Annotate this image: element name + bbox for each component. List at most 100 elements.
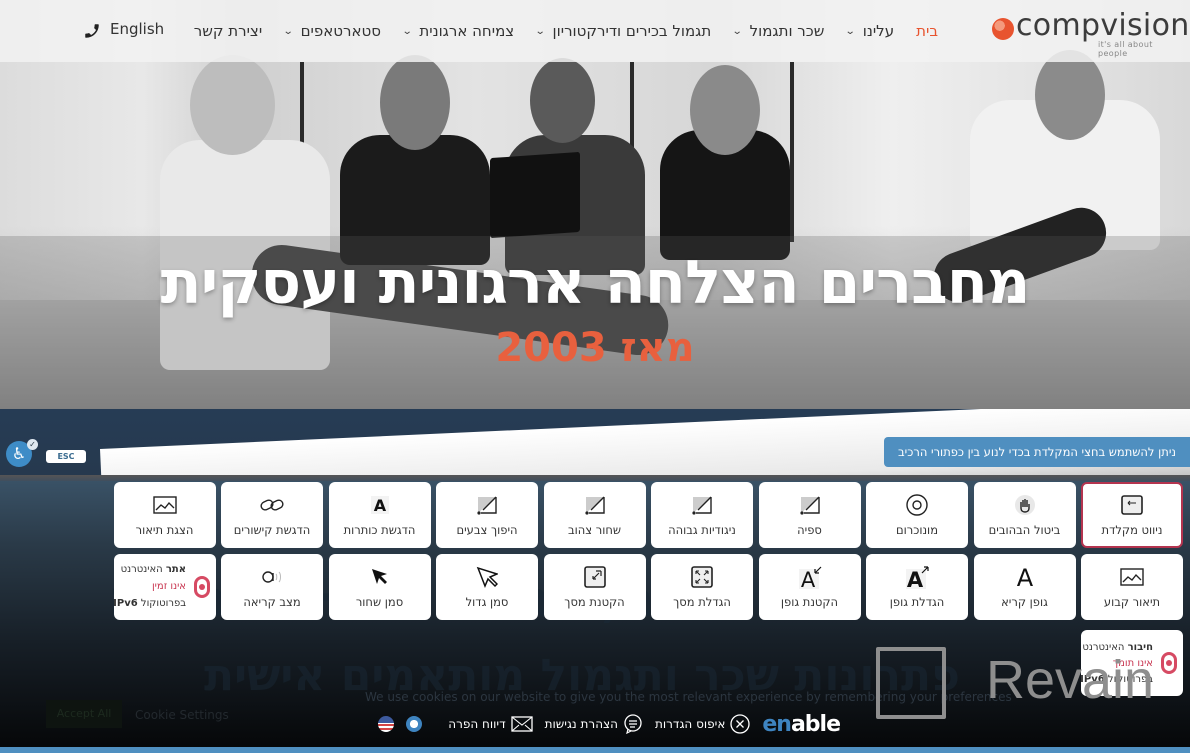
option-label: סמן גדול [465, 595, 509, 609]
reset-settings-button[interactable]: איפוס הגדרות [655, 714, 750, 734]
zoom-out-screen-icon [583, 565, 606, 589]
accessibility-option-monochrome[interactable]: מונוכרום [866, 482, 968, 548]
enable-brand-logo[interactable]: enable [762, 711, 841, 737]
nav-item[interactable]: סטארטאפים ⌄ [282, 22, 381, 40]
nav-item-label: שכר ותגמול [749, 22, 825, 40]
accessibility-option-image-description[interactable]: הצגת תיאור [113, 482, 216, 548]
nav-item[interactable]: שכר ותגמול ⌄ [731, 22, 825, 40]
image-description-icon [152, 493, 177, 517]
option-label: ביטול הבהובים [988, 523, 1061, 537]
accessibility-option-invert-colors[interactable]: היפוך צבעים [436, 482, 538, 548]
font-decrease-icon: A [797, 565, 823, 589]
high-contrast-icon [690, 493, 714, 517]
person-head [1035, 50, 1105, 140]
hero-headline: מחברים הצלחה ארגונית ועסקית [160, 248, 1031, 318]
accessibility-option-black-cursor[interactable]: סמן שחור [328, 554, 431, 620]
accessibility-footer: enable איפוס הגדרות הצהרת נגישות דיווח ה… [360, 708, 841, 740]
accessibility-option-keyboard-navigation[interactable]: ניווט מקלדת [1081, 482, 1183, 548]
option-label: הדגשת קישורים [233, 523, 311, 537]
svg-text:A: A [373, 496, 386, 515]
sepia-icon [798, 493, 822, 517]
ipv6-line3: בפרוטוקול [140, 598, 186, 609]
hero-shelf [790, 62, 794, 242]
close-circle-icon [730, 714, 750, 734]
nav-item[interactable]: תגמול בכירים ודירקטוריון ⌄ [535, 22, 712, 40]
option-label: ניווט מקלדת [1101, 523, 1163, 537]
revain-logo-icon [876, 647, 946, 719]
ipv6-line2: אינו זמין [151, 581, 186, 592]
big-cursor-icon [476, 565, 498, 589]
language-en-button[interactable] [378, 716, 395, 732]
nav-item[interactable]: צמיחה ארגונית ⌄ [401, 22, 515, 40]
ipv6-line1: האינטרנט [120, 564, 163, 575]
option-label: מצב קריאה [243, 595, 301, 609]
accessibility-option-sepia[interactable]: ספיה [758, 482, 861, 548]
language-switch-english[interactable]: English [110, 20, 164, 38]
compvision-logo[interactable]: compvision it's all about people [992, 8, 1189, 58]
font-increase-icon: A [904, 565, 930, 589]
accessibility-option-high-contrast[interactable]: ניגודיות גבוהה [651, 482, 753, 548]
black-yellow-icon [583, 493, 607, 517]
accessibility-option-reading-mode[interactable]: מצב קריאה [221, 554, 323, 620]
main-menu: בית עלינו ⌄ שכר ותגמול ⌄ תגמול בכירים ודירקטו… [172, 0, 938, 62]
logo-text: compvision [1016, 8, 1190, 43]
accessibility-option-readable-font[interactable]: A גופן קריא [973, 554, 1076, 620]
accessibility-option-zoom-in-screen[interactable]: הגדלת מסך [651, 554, 753, 620]
laptop [490, 151, 580, 239]
person-head [530, 58, 595, 143]
footer-accent-bar [0, 747, 1190, 753]
nav-item-label: צמיחה ארגונית [419, 22, 515, 40]
ipv6-site-status: אתר האינטרנט אינו זמין בפרוטוקול IPv6 [113, 554, 216, 620]
check-badge-icon: ✓ [27, 439, 38, 450]
nav-item[interactable]: יצירת קשר [194, 22, 262, 40]
accessibility-option-font-decrease[interactable]: A הקטנת גופן [758, 554, 861, 620]
phone-icon[interactable] [83, 22, 101, 40]
option-label: ניגודיות גבוהה [668, 523, 736, 537]
chevron-down-icon: ⌄ [401, 25, 413, 37]
zoom-in-screen-icon [691, 565, 713, 589]
lock-icon [194, 576, 210, 598]
envelope-icon [510, 716, 533, 732]
usa-flag-icon [378, 716, 395, 732]
logo-tagline: it's all about people [1098, 40, 1153, 58]
nav-item-label: תגמול בכירים ודירקטוריון [552, 22, 712, 40]
accessibility-option-highlight-headings[interactable]: A הדגשת כותרות [328, 482, 431, 548]
person-head [690, 65, 760, 155]
enable-logo-part2: able [790, 711, 841, 737]
accessibility-option-zoom-out-screen[interactable]: הקטנת מסך [543, 554, 646, 620]
accessibility-statement-button[interactable]: הצהרת נגישות [545, 714, 643, 734]
accessibility-option-black-yellow[interactable]: שחור צהוב [543, 482, 646, 548]
ipv6-line3-bold: IPv6 [113, 598, 138, 609]
accessibility-option-font-increase[interactable]: A הגדלת גופן [866, 554, 968, 620]
accessibility-option-image[interactable]: תיאור קבוע [1081, 554, 1183, 620]
nav-item[interactable]: עלינו ⌄ [845, 22, 895, 40]
revain-watermark-text: Revain [986, 650, 1155, 710]
nav-item[interactable]: בית [916, 22, 938, 40]
enable-logo-part1: en [762, 711, 792, 737]
cookie-settings-link[interactable]: Cookie Settings [135, 708, 229, 722]
svg-text:A: A [800, 568, 815, 589]
reset-settings-label: איפוס הגדרות [655, 717, 726, 731]
accessibility-statement-label: הצהרת נגישות [544, 717, 618, 731]
nav-item-label: סטארטאפים [300, 22, 381, 40]
option-label: הגדלת מסך [673, 595, 731, 609]
chevron-down-icon: ⌄ [731, 25, 743, 37]
cookie-accept-button[interactable]: Accept All [46, 700, 122, 728]
keyboard-navigation-icon [1121, 493, 1143, 517]
svg-text:A: A [907, 568, 924, 589]
accessibility-option-link[interactable]: הדגשת קישורים [221, 482, 323, 548]
chevron-down-icon: ⌄ [282, 25, 294, 37]
israel-flag-icon [406, 716, 423, 732]
language-he-button[interactable] [406, 716, 436, 732]
ipv6-line1-bold: אתר [165, 564, 186, 575]
accessibility-option-big-cursor[interactable]: סמן גדול [436, 554, 538, 620]
black-cursor-icon [370, 565, 390, 589]
hero-subheadline: מאז 2003 [495, 325, 695, 371]
esc-button[interactable]: ESC [46, 450, 86, 463]
report-violation-button[interactable]: דיווח הפרה [448, 716, 533, 732]
top-navbar: compvision it's all about people בית עלינ… [0, 0, 1190, 62]
option-label: הדגשת כותרות [343, 523, 416, 537]
option-label: היפוך צבעים [456, 523, 518, 537]
accessibility-option-hand-stop[interactable]: ביטול הבהובים [973, 482, 1076, 548]
nav-item-label: עלינו [862, 22, 895, 40]
